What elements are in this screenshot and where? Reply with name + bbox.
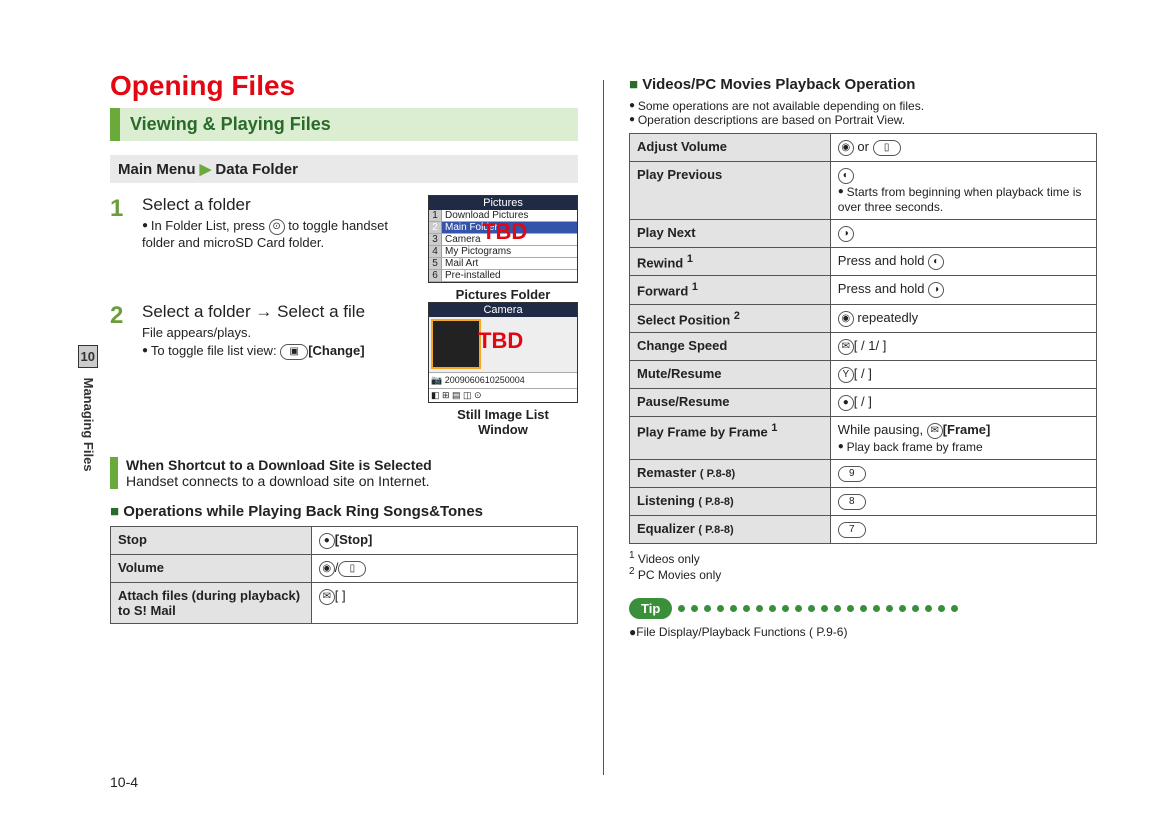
- left-key-icon: ◐: [928, 254, 944, 270]
- right-column: Videos/PC Movies Playback Operation Some…: [629, 70, 1097, 785]
- menu-path-arrow: ▶: [200, 161, 212, 178]
- y-key-icon: Y: [838, 367, 854, 383]
- ringtones-ops-heading: Operations while Playing Back Ring Songs…: [110, 503, 578, 520]
- table-row: Volume ◉/▯: [111, 555, 578, 583]
- digit-key-icon: 9: [838, 466, 866, 482]
- table-row: Play Frame by Frame 1 While pausing, ✉[F…: [630, 416, 1097, 459]
- table-row: Adjust Volume ◉ or ▯: [630, 134, 1097, 162]
- tip-dots: [678, 605, 1097, 612]
- table-row: Listening ( P.8-8) 8: [630, 487, 1097, 515]
- table-row: Mute/Resume Y[ / ]: [630, 360, 1097, 388]
- table-row: Change Speed ✉[ / 1/ ]: [630, 332, 1097, 360]
- table-row: Remaster ( P.8-8) 9: [630, 459, 1097, 487]
- tip-label: Tip: [629, 598, 672, 619]
- table-row: Play Previous ◐Starts from beginning whe…: [630, 162, 1097, 220]
- key-icon: ⊙: [269, 219, 285, 235]
- table-row: Play Next ◑: [630, 220, 1097, 248]
- nav-key-icon: ◉: [838, 311, 854, 327]
- video-note-2: Operation descriptions are based on Port…: [629, 113, 1097, 127]
- side-key-icon: ▯: [873, 140, 901, 156]
- menu-path-target: Data Folder: [215, 161, 298, 178]
- callout-title: When Shortcut to a Download Site is Sele…: [126, 457, 578, 473]
- right-key-icon: ◑: [838, 226, 854, 242]
- nav-key-icon: ◉: [838, 140, 854, 156]
- ringtones-ops-table: Stop ●[Stop] Volume ◉/▯ Attach files (du…: [110, 526, 578, 624]
- step-1-heading: Select a folder: [142, 195, 418, 215]
- screenshot-pictures-folder: Pictures 1Download Pictures 2Main Folder…: [428, 195, 578, 302]
- tip-line: ●File Display/Playback Functions ( P.9-6…: [629, 625, 1097, 639]
- step-2-heading-b: Select a file: [277, 302, 365, 321]
- page-number: 10-4: [110, 774, 138, 790]
- table-row: Equalizer ( P.8-8) 7: [630, 515, 1097, 543]
- step-1-bullet: In Folder List, press ⊙ to toggle handse…: [142, 218, 418, 250]
- screenshot-2-caption-l1: Still Image List: [428, 407, 578, 422]
- center-key-icon: ●: [319, 533, 335, 549]
- mail-key-icon: ✉: [319, 589, 335, 605]
- tbd-overlay-2: TBD: [478, 328, 523, 354]
- left-column: Opening Files Viewing & Playing Files Ma…: [110, 70, 578, 785]
- camera-key-icon: ▣: [280, 344, 308, 360]
- section-heading: Viewing & Playing Files: [110, 108, 578, 141]
- column-divider: [603, 80, 604, 775]
- center-key-icon: ●: [838, 395, 854, 411]
- menu-path: Main Menu ▶ Data Folder: [110, 155, 578, 183]
- video-ops-table: Adjust Volume ◉ or ▯ Play Previous ◐Star…: [629, 133, 1097, 544]
- right-key-icon: ◑: [928, 282, 944, 298]
- left-key-icon: ◐: [838, 168, 854, 184]
- tbd-overlay: TBD: [482, 219, 527, 245]
- table-row: Forward 1 Press and hold ◑: [630, 276, 1097, 304]
- chapter-label: Managing Files: [81, 378, 96, 472]
- step-2-number: 2: [110, 302, 132, 360]
- side-key-icon: ▯: [338, 561, 366, 577]
- table-row: Attach files (during playback) to S! Mai…: [111, 583, 578, 624]
- page-title: Opening Files: [110, 70, 578, 102]
- step-1-number: 1: [110, 195, 132, 250]
- digit-key-icon: 7: [838, 522, 866, 538]
- step-2-heading-a: Select a folder: [142, 302, 251, 321]
- step-2-line2: File appears/plays.: [142, 325, 365, 340]
- tip-row: Tip: [629, 598, 1097, 619]
- step-2-arrow: →: [255, 302, 272, 321]
- screenshot-2-caption-l2: Window: [428, 422, 578, 437]
- mail-key-icon: ✉: [838, 339, 854, 355]
- nav-key-icon: ◉: [319, 561, 335, 577]
- callout-download-site: When Shortcut to a Download Site is Sele…: [110, 457, 578, 489]
- table-row: Rewind 1 Press and hold ◐: [630, 248, 1097, 276]
- table-row: Pause/Resume ●[ / ]: [630, 388, 1097, 416]
- step-2-bullet: To toggle file list view: ▣[Change]: [142, 343, 365, 360]
- table-row: Select Position 2 ◉ repeatedly: [630, 304, 1097, 332]
- chapter-side-tab: 10 Managing Files: [70, 345, 98, 505]
- digit-key-icon: 8: [838, 494, 866, 510]
- video-ops-heading: Videos/PC Movies Playback Operation: [629, 76, 1097, 93]
- callout-body: Handset connects to a download site on I…: [126, 473, 578, 489]
- table-row: Stop ●[Stop]: [111, 527, 578, 555]
- video-note-1: Some operations are not available depend…: [629, 99, 1097, 113]
- menu-path-prefix: Main Menu: [118, 161, 196, 178]
- chapter-number: 10: [78, 345, 98, 368]
- screenshot-1-caption: Pictures Folder: [428, 287, 578, 302]
- screenshot-still-image-list: Camera 📷 2009060610250004 ◧ ⊞ ▤ ◫ ⊙ TBD …: [428, 302, 578, 437]
- mail-key-icon: ✉: [927, 423, 943, 439]
- footnotes: 1 Videos only 2 PC Movies only: [629, 550, 1097, 582]
